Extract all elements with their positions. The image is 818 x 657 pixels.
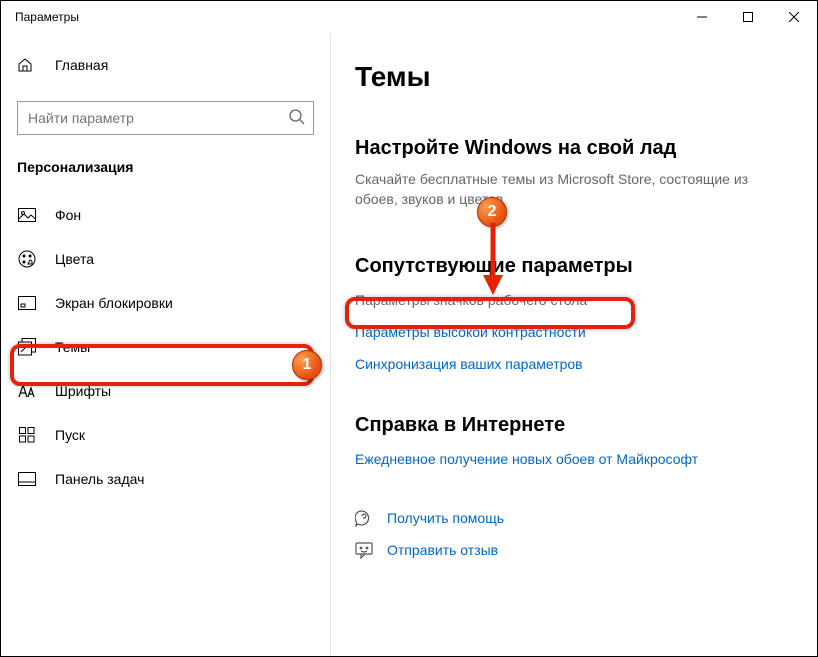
- sidebar-item-background[interactable]: Фон: [1, 193, 330, 237]
- link-desktop-icons[interactable]: Параметры значков рабочего стола: [355, 292, 791, 308]
- close-button[interactable]: [771, 1, 817, 33]
- main-content: Темы Настройте Windows на свой лад Скача…: [331, 33, 817, 656]
- link-daily-wallpapers[interactable]: Ежедневное получение новых обоев от Майк…: [355, 451, 791, 467]
- maximize-button[interactable]: [725, 1, 771, 33]
- feedback-icon: [355, 541, 375, 559]
- themes-icon: [17, 338, 37, 356]
- home-icon: [17, 57, 37, 73]
- lockscreen-icon: [17, 296, 37, 310]
- page-title: Темы: [355, 61, 791, 93]
- sidebar-item-start[interactable]: Пуск: [1, 413, 330, 457]
- help-heading: Справка в Интернете: [355, 414, 791, 437]
- picture-icon: [17, 208, 37, 222]
- customize-heading: Настройте Windows на свой лад: [355, 137, 791, 160]
- feedback-label: Отправить отзыв: [387, 542, 498, 558]
- fonts-icon: [17, 384, 37, 398]
- link-high-contrast[interactable]: Параметры высокой контрастности: [355, 324, 791, 340]
- sidebar-item-label: Фон: [55, 207, 81, 223]
- sidebar-item-colors[interactable]: Цвета: [1, 237, 330, 281]
- sidebar-item-label: Экран блокировки: [55, 295, 173, 311]
- sidebar-item-taskbar[interactable]: Панель задач: [1, 457, 330, 501]
- search-icon: [288, 108, 306, 126]
- sidebar: Главная Персонализация Фон Цвета Экран б…: [1, 33, 331, 656]
- customize-subtext: Скачайте бесплатные темы из Microsoft St…: [355, 170, 775, 209]
- footer-links: Получить помощь Отправить отзыв: [355, 509, 791, 559]
- sidebar-item-themes[interactable]: Темы: [1, 325, 330, 369]
- window-controls: [679, 1, 817, 33]
- home-link[interactable]: Главная: [1, 45, 330, 85]
- taskbar-icon: [17, 472, 37, 486]
- search-container: [17, 101, 314, 135]
- related-heading: Сопутствующие параметры: [355, 255, 791, 278]
- minimize-button[interactable]: [679, 1, 725, 33]
- sidebar-item-label: Шрифты: [55, 383, 111, 399]
- get-help-link[interactable]: Получить помощь: [355, 509, 791, 527]
- home-label: Главная: [55, 57, 108, 73]
- link-sync-settings[interactable]: Синхронизация ваших параметров: [355, 356, 791, 372]
- search-input[interactable]: [17, 101, 314, 135]
- sidebar-item-label: Пуск: [55, 427, 85, 443]
- feedback-link[interactable]: Отправить отзыв: [355, 541, 791, 559]
- palette-icon: [17, 250, 37, 268]
- sidebar-item-label: Цвета: [55, 251, 94, 267]
- sidebar-item-label: Темы: [55, 339, 90, 355]
- get-help-label: Получить помощь: [387, 510, 504, 526]
- sidebar-item-lockscreen[interactable]: Экран блокировки: [1, 281, 330, 325]
- sidebar-item-fonts[interactable]: Шрифты: [1, 369, 330, 413]
- start-icon: [17, 427, 37, 443]
- help-icon: [355, 509, 375, 527]
- window-title: Параметры: [15, 10, 79, 24]
- category-heading: Персонализация: [1, 159, 330, 193]
- sidebar-item-label: Панель задач: [55, 471, 144, 487]
